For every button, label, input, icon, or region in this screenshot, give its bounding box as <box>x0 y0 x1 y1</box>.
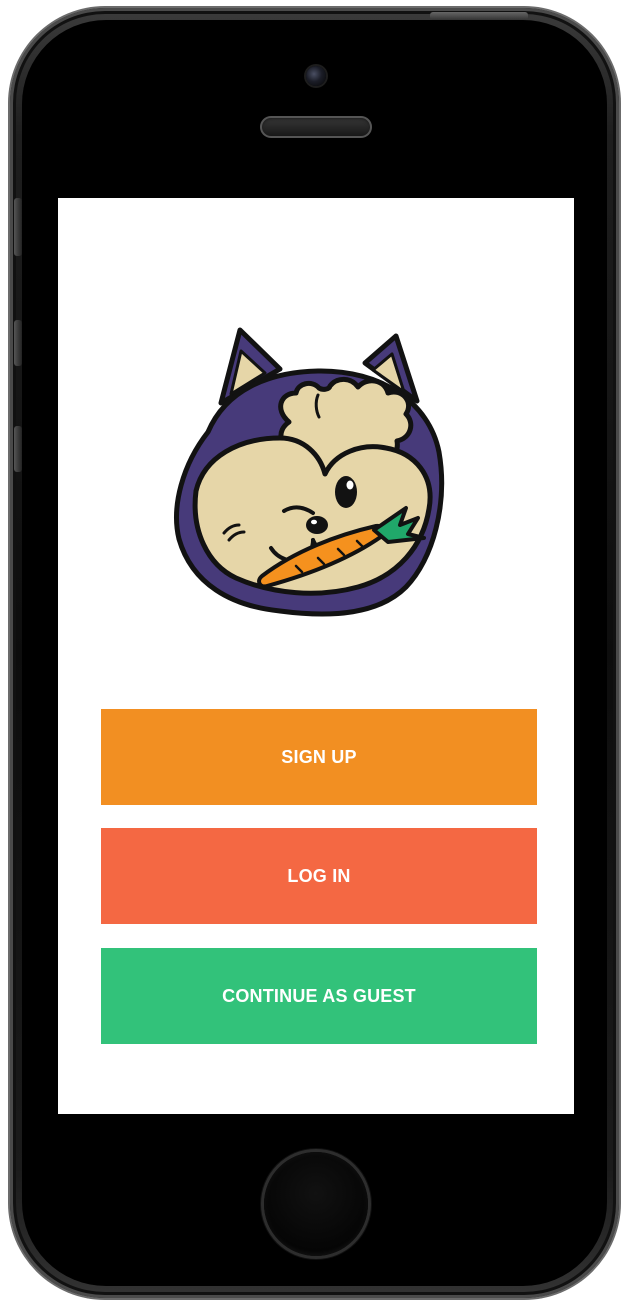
camera-icon <box>306 66 326 86</box>
silent-switch <box>14 198 22 256</box>
continue-as-guest-button[interactable]: CONTINUE AS GUEST <box>101 948 537 1044</box>
volume-up-button <box>14 320 22 366</box>
volume-down-button <box>14 426 22 472</box>
home-button-icon[interactable] <box>264 1152 368 1256</box>
power-button <box>430 12 528 20</box>
fox-with-carrot-icon <box>174 327 445 617</box>
speaker-icon <box>260 116 372 138</box>
sign-up-button[interactable]: SIGN UP <box>101 709 537 805</box>
log-in-button[interactable]: LOG IN <box>101 828 537 924</box>
app-screen: SIGN UP LOG IN CONTINUE AS GUEST <box>58 198 574 1114</box>
